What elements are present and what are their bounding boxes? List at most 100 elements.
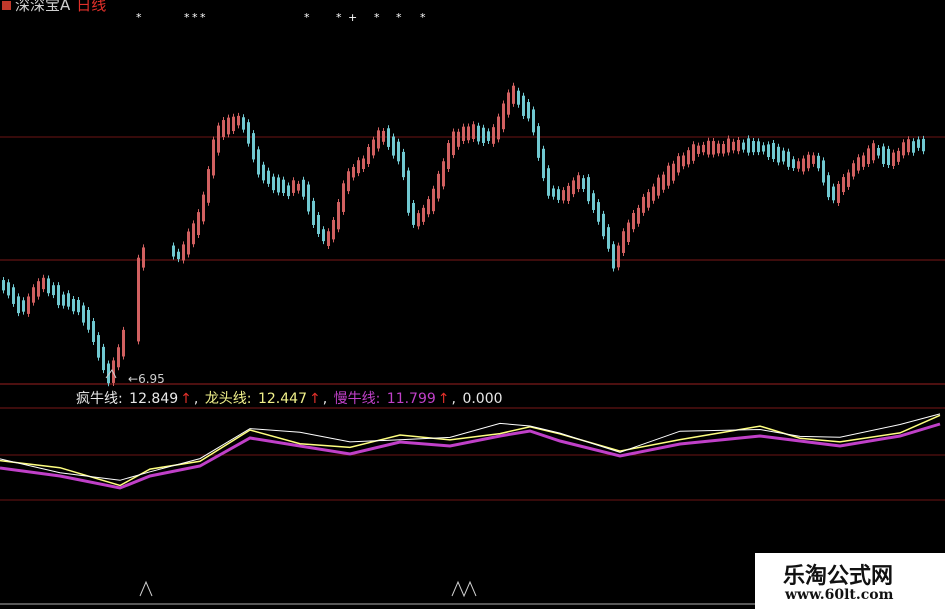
candle-body [267,170,270,184]
candle-body [272,176,275,191]
candle-body [442,161,445,187]
candle-body [887,148,890,166]
candle-body [12,287,15,304]
candle-body [837,183,840,203]
candle-body [577,175,580,190]
candle-body [582,178,585,190]
candle-body [37,281,40,297]
crazy-bull-value: 12.849 [129,391,179,407]
candle-body [137,257,140,342]
candlestick-group [2,82,925,387]
candle-body [522,95,525,116]
volume-spike [139,580,153,597]
candle-body [767,144,770,158]
candle-body [627,222,630,243]
candle-body [327,231,330,246]
candle-body [82,305,85,323]
candle-body [312,200,315,225]
candle-body [917,139,920,148]
candle-body [882,146,885,164]
candle-body [287,185,290,197]
candle-body [482,127,485,143]
candle-body [242,117,245,130]
candle-body [797,161,800,169]
candle-body [182,244,185,261]
candle-body [347,171,350,192]
candle-body [192,223,195,245]
slow-bull-value: 11.799 [386,391,436,407]
candle-body [587,177,590,202]
candle-body [902,142,905,156]
candle-body [282,179,285,194]
watermark: 乐淘公式网 www.60lt.com [755,553,945,609]
kline-chart[interactable] [0,0,945,609]
candle-body [737,139,740,152]
dragon-head-line [0,414,941,487]
candle-body [42,277,45,290]
candle-body [717,143,720,154]
candle-body [457,131,460,147]
candle-body [392,136,395,156]
candle-body [747,138,750,153]
up-arrow-icon: ↑ [437,391,450,407]
candle-body [247,122,250,144]
candle-body [752,141,755,153]
candle-body [862,155,865,167]
candle-body [427,199,430,215]
candle-body [692,144,695,161]
candle-body [27,296,30,314]
candle-body [332,219,335,240]
candle-body [142,247,145,268]
candle-body [87,309,90,330]
dragon-head-value: 12.447 [257,391,307,407]
slow-bull-line [0,422,941,490]
low-price-value: 6.95 [138,372,165,386]
extra-value: 0.000 [462,391,503,407]
candle-body [342,183,345,212]
candle-body [367,147,370,165]
candle-body [197,212,200,236]
candle-body [712,141,715,155]
candle-body [292,180,295,193]
candle-body [412,203,415,225]
candle-body [402,151,405,178]
candle-body [897,150,900,162]
candle-body [607,227,610,249]
candle-body [17,296,20,314]
dragon-head-label: 龙头线: [204,391,252,407]
candle-body [462,126,465,141]
candle-body [572,180,575,195]
candle-body [857,157,860,171]
candle-body [922,138,925,152]
candle-body [22,300,25,312]
candle-body [452,131,455,156]
candle-body [207,169,210,203]
candle-body [397,141,400,162]
candle-body [517,90,520,105]
candle-body [297,183,300,191]
candle-body [622,231,625,253]
candle-body [802,158,805,172]
crazy-bull-line [0,413,941,481]
candle-body [492,127,495,144]
watermark-title: 乐淘公式网 [783,564,894,589]
candle-body [852,163,855,177]
indicator-lines-group [0,413,941,490]
candle-body [727,138,730,153]
candle-body [602,213,605,237]
candle-body [807,154,810,169]
watermark-url: www.60lt.com [785,587,894,603]
candle-body [407,170,410,213]
candle-body [172,245,175,257]
candle-body [372,139,375,156]
candle-body [47,278,50,294]
candle-body [57,285,60,306]
candle-body [277,177,280,193]
candle-body [832,186,835,201]
candle-body [32,287,35,303]
candle-body [827,175,830,198]
candle-body [892,152,895,166]
candle-body [677,156,680,173]
candle-body [417,213,420,227]
low-arrow: ← [128,372,139,386]
